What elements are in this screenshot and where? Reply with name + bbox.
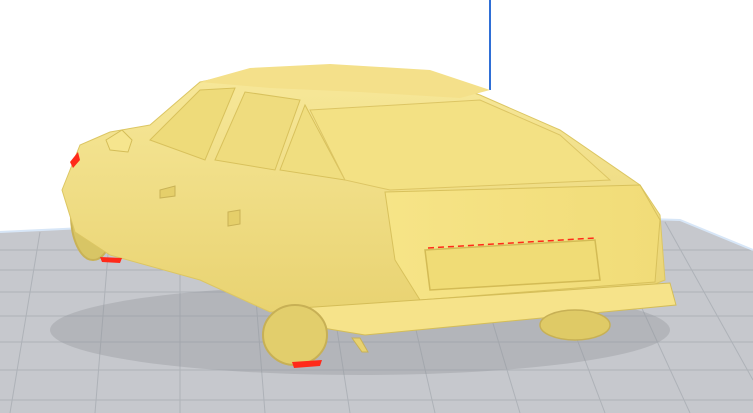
door-handle-rear xyxy=(227,209,241,227)
rear-wheel-right xyxy=(539,309,611,341)
rear-wheel xyxy=(262,304,328,366)
scene-canvas[interactable] xyxy=(0,0,753,413)
rear-window xyxy=(309,99,612,191)
3d-viewport[interactable] xyxy=(0,0,753,413)
